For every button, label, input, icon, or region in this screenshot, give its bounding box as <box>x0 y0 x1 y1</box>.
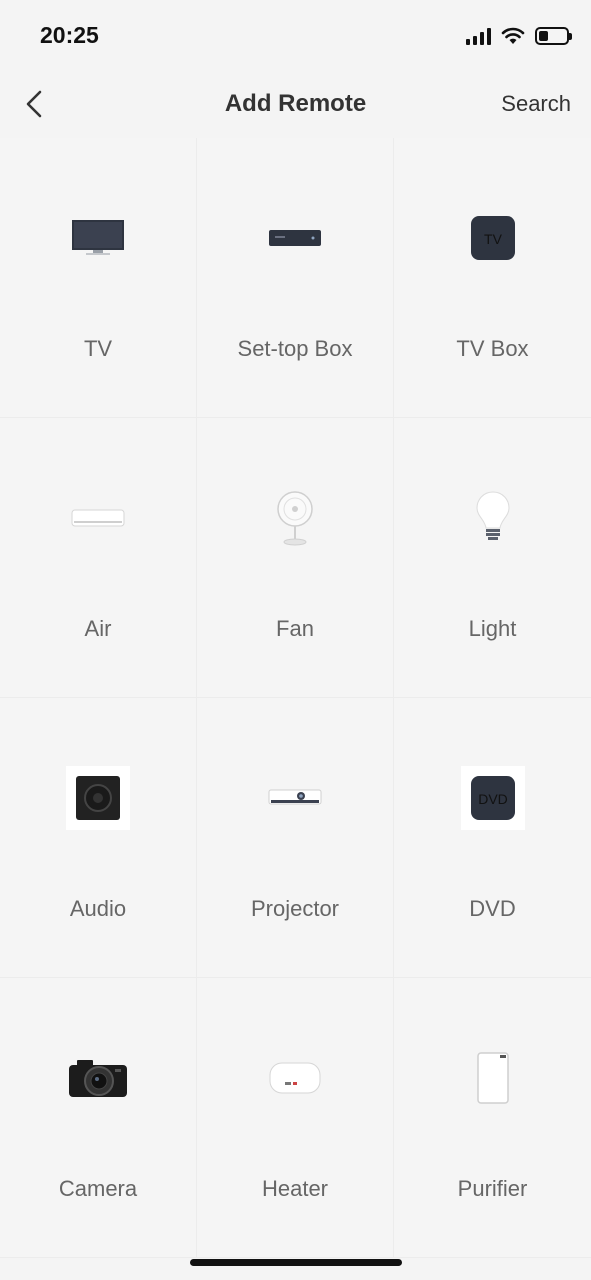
light-bulb-icon <box>458 483 528 553</box>
cellular-signal-icon <box>466 27 491 45</box>
home-indicator[interactable] <box>190 1259 402 1266</box>
dvd-icon: DVD <box>458 763 528 833</box>
category-fan[interactable]: Fan <box>197 418 394 698</box>
water-heater-icon <box>260 1043 330 1113</box>
dvd-badge: DVD <box>478 791 508 807</box>
category-tv-box[interactable]: TV TV Box <box>394 138 591 418</box>
remote-category-grid: TV Set-top Box TV TV Box Air Fan Light A… <box>0 138 591 1258</box>
category-label: Camera <box>58 1176 138 1201</box>
category-air[interactable]: Air <box>0 418 197 698</box>
set-top-box-icon <box>260 203 330 273</box>
category-label: Set-top Box <box>237 336 353 361</box>
category-light[interactable]: Light <box>394 418 591 698</box>
category-label: Audio <box>69 896 127 921</box>
status-time: 20:25 <box>40 22 99 48</box>
category-label: Light <box>468 616 517 641</box>
category-label: Projector <box>250 896 340 921</box>
search-button[interactable]: Search <box>501 91 571 117</box>
tv-box-icon: TV <box>458 203 528 273</box>
category-label: TV <box>83 336 113 361</box>
category-label: Fan <box>276 616 314 641</box>
category-projector[interactable]: Projector <box>197 698 394 978</box>
category-label: Heater <box>261 1176 329 1201</box>
speaker-icon <box>63 763 133 833</box>
nav-bar: Add Remote Search <box>0 72 591 136</box>
category-label: Air <box>84 616 112 641</box>
category-audio[interactable]: Audio <box>0 698 197 978</box>
category-label: Purifier <box>457 1176 528 1201</box>
tv-icon <box>63 203 133 273</box>
air-conditioner-icon <box>63 483 133 553</box>
category-purifier[interactable]: Purifier <box>394 978 591 1258</box>
camera-icon <box>63 1043 133 1113</box>
wifi-icon <box>501 27 525 44</box>
category-dvd[interactable]: DVD DVD <box>394 698 591 978</box>
status-icons <box>466 24 572 48</box>
category-label: TV Box <box>456 336 529 361</box>
category-heater[interactable]: Heater <box>197 978 394 1258</box>
status-bar: 20:25 <box>0 0 591 72</box>
fan-icon <box>260 483 330 553</box>
battery-icon <box>535 27 572 45</box>
category-tv[interactable]: TV <box>0 138 197 418</box>
category-camera[interactable]: Camera <box>0 978 197 1258</box>
projector-icon <box>260 763 330 833</box>
category-label: DVD <box>469 896 516 921</box>
air-purifier-icon <box>458 1043 528 1113</box>
tv-box-badge: TV <box>484 231 503 247</box>
category-set-top-box[interactable]: Set-top Box <box>197 138 394 418</box>
